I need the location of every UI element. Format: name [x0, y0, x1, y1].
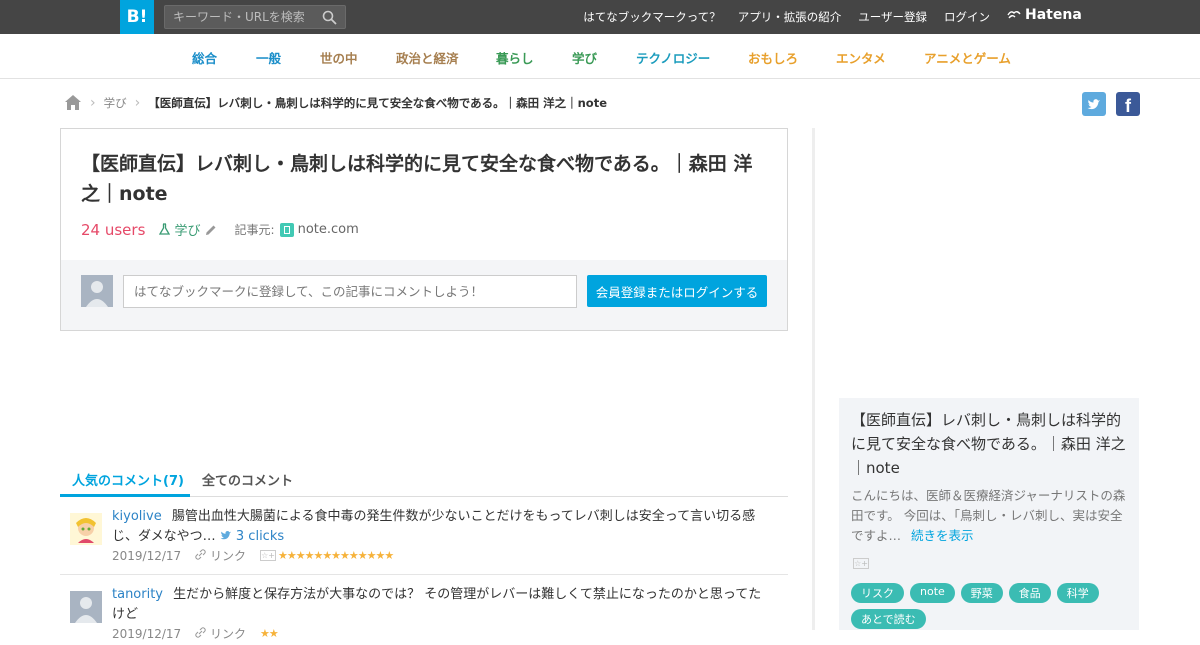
tag[interactable]: 食品 [1008, 583, 1051, 603]
category-knowledge[interactable]: 学び [572, 48, 597, 67]
chevron-right-icon: › [134, 94, 141, 111]
facebook-icon: f [1125, 95, 1131, 116]
category-economics[interactable]: 政治と経済 [396, 48, 459, 67]
category-entertainment[interactable]: エンタメ [836, 48, 886, 67]
comment-link[interactable]: リンク [195, 547, 246, 564]
source-link[interactable]: note.com [298, 222, 359, 237]
star-list[interactable]: ★★★★★★★★★★★★★ [278, 549, 394, 562]
tab-popular-comments[interactable]: 人気のコメント(7) [72, 470, 184, 489]
comment-footer: 2019/12/17 リンク ★★ [112, 625, 279, 642]
comment-link-label: リンク [210, 627, 247, 641]
tag[interactable]: note [910, 583, 955, 603]
add-star-icon[interactable]: ☆+ [260, 550, 277, 561]
avatar[interactable] [70, 591, 102, 623]
twitter-icon [1087, 99, 1100, 110]
comment-form: 会員登録またはログインする [61, 260, 787, 330]
entry-box: 【医師直伝】レバ刺し・鳥刺しは科学的に見て安全な食べ物である。｜森田 洋之｜no… [60, 128, 788, 331]
breadcrumb-category[interactable]: 学び [104, 95, 127, 111]
tag[interactable]: リスク [851, 583, 904, 603]
card-title[interactable]: 【医師直伝】レバ刺し・鳥刺しは科学的に見て安全な食べ物である。｜森田 洋之｜no… [851, 408, 1131, 480]
tag[interactable]: あとで読む [851, 609, 926, 629]
entry-summary-card: 【医師直伝】レバ刺し・鳥刺しは科学的に見て安全な食べ物である。｜森田 洋之｜no… [839, 398, 1139, 630]
category-social[interactable]: 世の中 [320, 48, 358, 67]
facebook-share-button[interactable]: f [1116, 92, 1140, 116]
hatena-brand-label: Hatena [1025, 7, 1082, 23]
top-bar: B! はてなブックマークって？ アプリ・拡張の紹介 ユーザー登録 ログイン Ha… [0, 0, 1200, 34]
avatar-image [70, 513, 102, 545]
comment-body: kiyolive 腸管出血性大腸菌による食中毒の発生件数が少ないことだけをもって… [112, 507, 762, 547]
tag[interactable]: 科学 [1056, 583, 1099, 603]
entry-meta: 24 users 学び 記事元: note.com [81, 220, 359, 240]
login-link[interactable]: ログイン [944, 9, 990, 25]
clicks-count[interactable]: 3 clicks [220, 529, 284, 544]
star-list[interactable]: ★★ [260, 627, 279, 640]
column-divider [812, 128, 815, 630]
comment-footer: 2019/12/17 リンク ☆+ ★★★★★★★★★★★★★ [112, 547, 394, 564]
apps-link[interactable]: アプリ・拡張の紹介 [738, 9, 842, 25]
search-input[interactable] [165, 6, 315, 28]
tag-list: リスク note 野菜 食品 科学 あとで読む [851, 583, 1131, 629]
entry-title[interactable]: 【医師直伝】レバ刺し・鳥刺しは科学的に見て安全な食べ物である。｜森田 洋之｜no… [81, 149, 771, 209]
home-icon[interactable] [64, 94, 82, 111]
flask-icon [159, 223, 171, 235]
category-general-top[interactable]: 総合 [192, 48, 217, 67]
comment-date[interactable]: 2019/12/17 [112, 627, 181, 641]
avatar[interactable] [70, 513, 102, 545]
clicks-label: 3 clicks [235, 529, 285, 544]
comment-link[interactable]: リンク [195, 625, 246, 642]
comment-item: tanority 生だから鮮度と保存方法が大事なのでは？ その管理がレバーは難し… [60, 575, 788, 645]
category-general[interactable]: 一般 [256, 48, 281, 67]
card-description: こんにちは、医師＆医療経済ジャーナリストの森田です。 今回は、「鳥刺し・レバ刺し… [851, 486, 1131, 546]
comment-body: tanority 生だから鮮度と保存方法が大事なのでは？ その管理がレバーは難し… [112, 585, 762, 625]
tab-all-comments[interactable]: 全てのコメント [202, 470, 293, 489]
comment-text: 腸管出血性大腸菌による食中毒の発生件数が少ないことだけをもってレバ刺しは安全って… [112, 509, 756, 544]
category-nav: 総合 一般 世の中 政治と経済 暮らし 学び テクノロジー おもしろ エンタメ … [0, 34, 1200, 79]
category-it[interactable]: テクノロジー [636, 48, 710, 67]
category-fun[interactable]: おもしろ [748, 48, 798, 67]
source-favicon-icon [279, 222, 294, 237]
tag[interactable]: 野菜 [960, 583, 1003, 603]
breadcrumb: › 学び › 【医師直伝】レバ刺し・鳥刺しは科学的に見て安全な食べ物である。｜森… [64, 94, 607, 111]
category-life[interactable]: 暮らし [496, 48, 534, 67]
link-icon [195, 627, 206, 638]
search-icon[interactable] [322, 10, 337, 25]
source-label: 記事元: [234, 223, 275, 237]
chevron-right-icon: › [90, 94, 96, 111]
breadcrumb-current: 【医師直伝】レバ刺し・鳥刺しは科学的に見て安全な食べ物である。｜森田 洋之｜no… [148, 95, 607, 110]
hatena-bookmark-logo[interactable]: B! [120, 0, 154, 34]
comment-username[interactable]: kiyolive [112, 509, 162, 524]
twitter-icon [220, 530, 231, 540]
entry-category[interactable]: 学び [159, 220, 201, 239]
users-count[interactable]: 24 users [81, 221, 145, 239]
comment-link-label: リンク [210, 549, 247, 563]
comment-text: 生だから鮮度と保存方法が大事なのでは？ その管理がレバーは難しくて禁止になったの… [112, 587, 762, 622]
twitter-share-button[interactable] [1082, 92, 1106, 116]
read-more-link[interactable]: 続きを表示 [911, 528, 974, 543]
signup-link[interactable]: ユーザー登録 [858, 9, 927, 25]
comment-username[interactable]: tanority [112, 587, 163, 602]
hatena-icon [1007, 11, 1021, 19]
top-nav: はてなブックマークって？ アプリ・拡張の紹介 ユーザー登録 ログイン [583, 0, 990, 34]
signup-login-button[interactable]: 会員登録またはログインする [587, 275, 767, 307]
hatena-brand[interactable]: Hatena [1007, 7, 1082, 23]
category-game[interactable]: アニメとゲーム [924, 48, 1011, 67]
comment-tabs: 人気のコメント(7) 全てのコメント [60, 458, 788, 497]
user-avatar-placeholder [81, 275, 113, 307]
entry-category-label: 学び [174, 224, 201, 239]
comment-date[interactable]: 2019/12/17 [112, 549, 181, 563]
comment-input[interactable] [123, 275, 577, 308]
search-box [164, 5, 346, 29]
user-silhouette-icon [75, 597, 97, 623]
comment-item: kiyolive 腸管出血性大腸菌による食中毒の発生件数が少ないことだけをもって… [60, 497, 788, 575]
card-description-text: こんにちは、医師＆医療経済ジャーナリストの森田です。 今回は、「鳥刺し・レバ刺し… [851, 488, 1126, 543]
pencil-icon[interactable] [205, 224, 217, 236]
user-silhouette-icon [86, 281, 108, 307]
link-icon [195, 549, 206, 560]
about-link[interactable]: はてなブックマークって？ [583, 9, 720, 25]
add-star-icon[interactable]: ☆+ [853, 558, 869, 569]
